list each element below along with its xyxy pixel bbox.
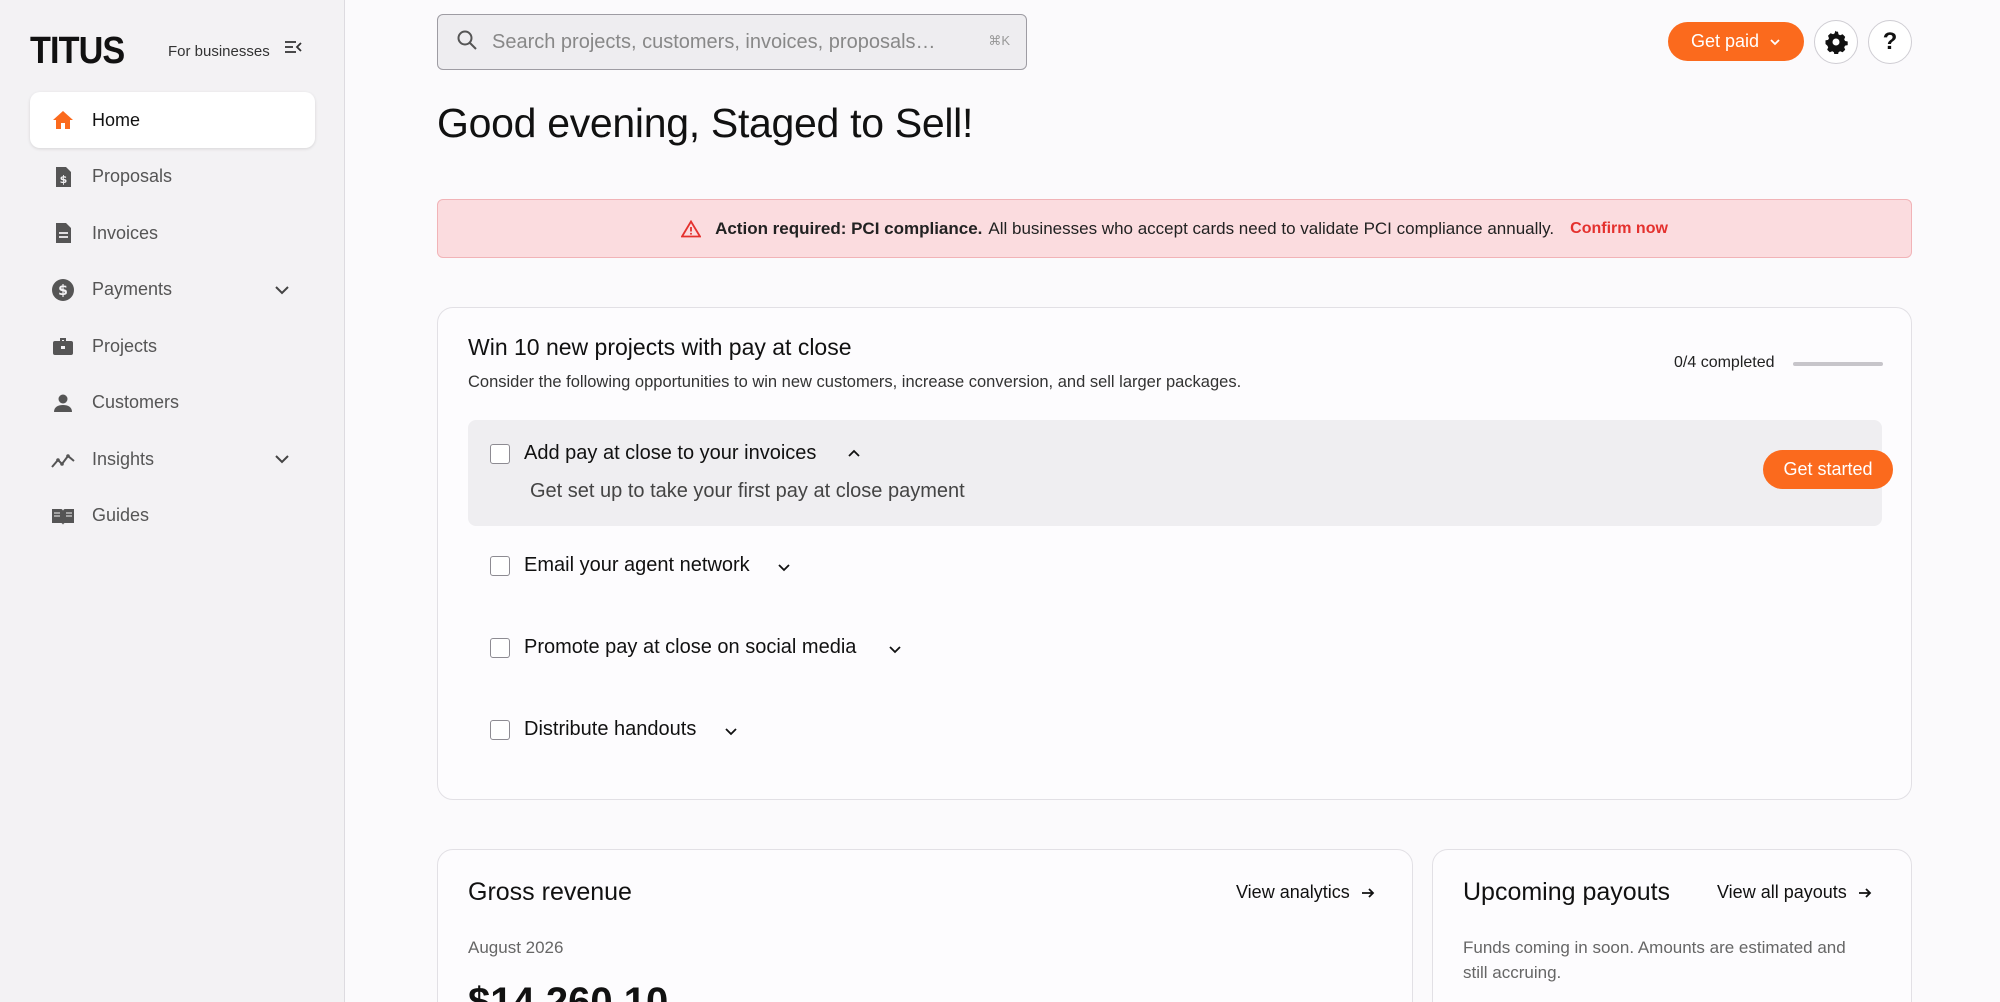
sidebar-item-label: Invoices	[92, 222, 159, 243]
collapse-sidebar-icon[interactable]	[282, 36, 304, 58]
step-label[interactable]: Add pay at close to your invoices	[524, 442, 816, 465]
book-icon	[50, 503, 76, 529]
alert-text: All businesses who accept cards need to …	[988, 218, 1555, 238]
get-paid-button[interactable]: Get paid	[1668, 22, 1804, 61]
step-label[interactable]: Distribute handouts	[524, 718, 696, 741]
search-icon	[456, 29, 478, 56]
payouts-note-line2: still accruing.	[1463, 963, 1562, 982]
settings-button[interactable]	[1814, 20, 1858, 64]
sidebar-item-label: Customers	[92, 392, 180, 412]
sidebar: TITUS For businesses Home $ Proposals In…	[0, 0, 345, 1002]
chevron-down-icon[interactable]	[273, 450, 291, 468]
sidebar-item-invoices[interactable]: Invoices	[30, 205, 315, 261]
search-bar[interactable]: ⌘K	[437, 14, 1027, 70]
invoice-icon	[50, 220, 76, 246]
step-checkbox[interactable]	[490, 556, 510, 576]
svg-text:$: $	[58, 283, 68, 299]
help-button[interactable]: ?	[1868, 20, 1912, 64]
view-all-payouts-link[interactable]: View all payouts	[1717, 882, 1873, 903]
sidebar-item-label: Proposals	[92, 166, 173, 186]
sidebar-item-projects[interactable]: Projects	[30, 318, 315, 374]
step-checkbox[interactable]	[490, 638, 510, 658]
sidebar-item-customers[interactable]: Customers	[30, 375, 315, 431]
chevron-down-icon	[1769, 36, 1781, 48]
sidebar-item-payments[interactable]: $ Payments	[30, 262, 315, 318]
step-checkbox[interactable]	[490, 444, 510, 464]
chart-icon	[50, 446, 76, 472]
arrow-right-icon	[1858, 887, 1872, 898]
sidebar-nav: Home $ Proposals Invoices $ Payments Pro…	[30, 92, 315, 544]
chevron-down-icon[interactable]	[273, 281, 291, 299]
revenue-period: August 2026	[468, 938, 564, 957]
svg-text:$: $	[60, 173, 68, 186]
brand: TITUS For businesses	[30, 30, 270, 73]
arrow-right-icon	[1361, 887, 1375, 898]
sidebar-item-label: Insights	[92, 448, 155, 469]
alert-title: Action required: PCI compliance.	[715, 218, 983, 238]
chevron-up-icon[interactable]	[846, 446, 862, 462]
card-title: Upcoming payouts	[1463, 878, 1671, 906]
sidebar-item-guides[interactable]: Guides	[30, 488, 315, 544]
sidebar-item-label: Guides	[92, 505, 150, 525]
checklist-subtitle: Consider the following opportunities to …	[468, 373, 1242, 391]
step-label[interactable]: Promote pay at close on social media	[524, 636, 856, 659]
chevron-down-icon[interactable]	[723, 723, 739, 739]
gross-revenue-card: Gross revenue View analytics August 2026…	[437, 849, 1413, 1002]
step-description: Get set up to take your first pay at clo…	[530, 480, 965, 502]
warning-icon	[681, 219, 702, 238]
sidebar-item-label: Payments	[92, 279, 173, 299]
sidebar-item-insights[interactable]: Insights	[30, 431, 315, 487]
pay-at-close-checklist: Win 10 new projects with pay at close Co…	[437, 307, 1912, 800]
checklist-title: Win 10 new projects with pay at close	[468, 334, 852, 360]
link-label: View all payouts	[1717, 882, 1847, 902]
sidebar-item-proposals[interactable]: $ Proposals	[30, 149, 315, 205]
pci-alert-banner: Action required: PCI compliance. All bus…	[437, 199, 1912, 258]
briefcase-icon	[50, 333, 76, 359]
search-input[interactable]	[492, 30, 972, 54]
payouts-note-line1: Funds coming in soon. Amounts are estima…	[1463, 938, 1846, 957]
progress-bar	[1793, 362, 1883, 366]
dollar-icon: $	[50, 277, 76, 303]
search-shortcut: ⌘K	[988, 33, 1010, 48]
checklist-step-expanded[interactable]: Add pay at close to your invoices Get se…	[468, 420, 1893, 526]
step-checkbox[interactable]	[490, 720, 510, 740]
sidebar-item-home[interactable]: Home	[30, 92, 315, 148]
chevron-down-icon[interactable]	[887, 641, 903, 657]
progress-text: 0/4 completed	[1674, 354, 1775, 371]
chevron-down-icon[interactable]	[776, 559, 792, 575]
brand-subtitle: For businesses	[168, 43, 270, 60]
step-label[interactable]: Email your agent network	[524, 554, 750, 577]
question-mark-icon: ?	[1882, 28, 1898, 55]
titus-logo[interactable]: TITUS	[30, 30, 129, 73]
link-label: View analytics	[1236, 882, 1350, 902]
card-title: Gross revenue	[468, 878, 632, 906]
sidebar-item-label: Projects	[92, 335, 158, 356]
revenue-amount: $14,260.10	[468, 980, 669, 1002]
home-icon	[50, 107, 76, 133]
get-started-button[interactable]: Get started	[1763, 450, 1893, 489]
sidebar-item-label: Home	[92, 109, 141, 130]
confirm-now-link[interactable]: Confirm now	[1570, 220, 1668, 238]
upcoming-payouts-card: Upcoming payouts View all payouts Funds …	[1432, 849, 1912, 1002]
person-icon	[50, 390, 76, 416]
view-analytics-link[interactable]: View analytics	[1236, 882, 1376, 903]
proposal-icon: $	[50, 164, 76, 190]
get-paid-label: Get paid	[1690, 31, 1760, 51]
page-title: Good evening, Staged to Sell!	[437, 100, 974, 146]
gear-icon	[1824, 30, 1848, 54]
